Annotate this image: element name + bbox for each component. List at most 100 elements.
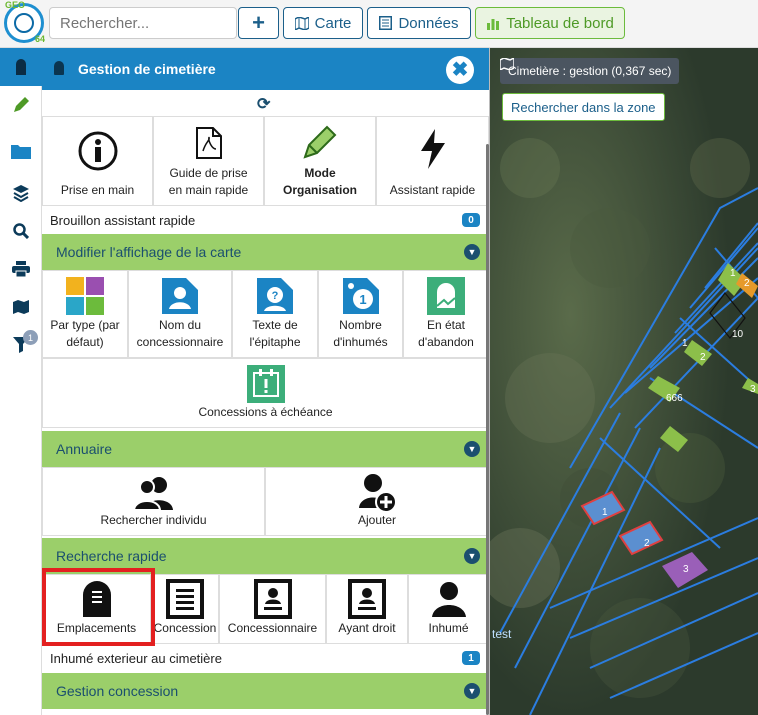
map-label: 10 (732, 329, 744, 340)
nom-concessionnaire-tile[interactable]: Nom du concessionnaire (128, 270, 232, 358)
rechercher-individu-tile[interactable]: Rechercher individu (42, 467, 265, 536)
tag-person-icon (162, 278, 198, 314)
rail-folder[interactable] (0, 132, 42, 170)
panel-title: Gestion de cimetière (78, 61, 216, 77)
carte-button[interactable]: Carte (283, 7, 363, 39)
chevron-down-icon: ▼ (464, 683, 480, 699)
abandoned-grave-icon (427, 277, 465, 315)
tombstone-icon (54, 61, 64, 75)
inhume-tile[interactable]: Inhumé (408, 574, 489, 644)
pdf-icon (195, 127, 222, 159)
section-annuaire[interactable]: Annuaire ▼ (42, 431, 489, 467)
logo-text-top: GEO (5, 0, 26, 10)
rail-edit[interactable] (0, 86, 42, 124)
map-label: 3 (683, 564, 689, 575)
map-label: 2 (700, 352, 706, 363)
table-icon (379, 16, 393, 30)
tile-label: Concession (153, 621, 217, 636)
tile-label: Nom du concessionnaire (136, 318, 224, 350)
chevron-down-icon: ▼ (464, 244, 480, 260)
ajouter-tile[interactable]: Ajouter (265, 467, 489, 536)
section-modifier-affichage[interactable]: Modifier l'affichage de la carte ▼ (42, 234, 489, 270)
bar-chart-icon (487, 18, 500, 30)
search-input[interactable] (49, 7, 237, 39)
search-zone-button[interactable]: Rechercher dans la zone (502, 93, 665, 121)
tile-label: Rechercher individu (100, 513, 207, 528)
map-icon (13, 300, 29, 314)
app-logo[interactable]: GEO 64 (4, 0, 45, 44)
texte-epitaphe-tile[interactable]: ? Texte de l'épitaphe (232, 270, 318, 358)
rail-map[interactable] (0, 288, 42, 326)
add-button[interactable]: + (238, 7, 279, 39)
add-user-icon (359, 474, 397, 513)
top-bar: GEO 64 + Carte Données Tableau de bord (0, 0, 758, 48)
tag-question-icon: ? (257, 278, 293, 314)
left-rail: 1 (0, 48, 42, 715)
layers-icon (13, 185, 29, 202)
brouillon-row[interactable]: Brouillon assistant rapide 0 (42, 209, 489, 231)
folder-icon (11, 145, 31, 159)
concessionnaire-tile[interactable]: Concessionnaire (219, 574, 326, 644)
panel-scrollbar[interactable] (486, 144, 489, 715)
tile-label: Texte de l'épitaphe (249, 318, 301, 350)
tile-label: Concessionnaire (227, 621, 318, 636)
guide-tile[interactable]: Guide de prise en main rapide (153, 116, 264, 206)
tile-label: Prise en main (60, 183, 135, 198)
inhume-exterieur-label: Inhumé exterieur au cimetière (50, 650, 222, 666)
tag-number-icon: 1 (342, 278, 379, 314)
map-icon (500, 58, 514, 70)
map-view[interactable]: 1 2 10 1 2 3 666 1 2 3 test Cimetière : … (490, 48, 758, 715)
filter-count-badge: 1 (23, 330, 38, 345)
par-type-tile[interactable]: Par type (par défaut) (42, 270, 128, 358)
calendar-alert-icon (246, 365, 285, 403)
mode-organisation-tile[interactable]: Mode Organisation (264, 116, 376, 206)
map-label: 3 (750, 384, 756, 395)
map-label: 1 (730, 268, 736, 279)
section-gestion-concession[interactable]: Gestion concession ▼ (42, 673, 489, 709)
rail-cemetery[interactable] (0, 48, 42, 86)
close-button[interactable]: ✖ (446, 56, 474, 84)
donnees-label: Données (398, 14, 459, 32)
inhume-exterieur-row[interactable]: Inhumé exterieur au cimetière 1 (42, 647, 489, 669)
tile-label: Par type (par défaut) (50, 318, 120, 350)
carte-label: Carte (314, 14, 352, 32)
map-canvas[interactable]: 1 2 10 1 2 3 666 1 2 3 test (490, 48, 758, 715)
pencil-icon (14, 97, 29, 112)
tile-label: Mode Organisation (282, 166, 357, 198)
contact-card-icon (253, 579, 292, 619)
compass-icon (14, 13, 34, 33)
map-label: 666 (666, 393, 683, 404)
color-squares-icon (66, 277, 104, 315)
tile-label: Ajouter (357, 513, 397, 528)
concession-tile[interactable]: Concession (151, 574, 219, 644)
contact-card-icon (348, 579, 386, 619)
chevron-down-icon: ▼ (464, 441, 480, 457)
assistant-rapide-tile[interactable]: Assistant rapide (376, 116, 489, 206)
pencil-icon (303, 125, 337, 159)
concessions-echeance-tile[interactable]: Concessions à échéance (42, 358, 489, 428)
rail-search[interactable] (0, 212, 42, 250)
tableau-de-bord-button[interactable]: Tableau de bord (475, 7, 625, 39)
rail-filter[interactable]: 1 (0, 326, 42, 364)
nombre-inhumes-tile[interactable]: 1 Nombre d'inhumés (318, 270, 403, 358)
map-label: 2 (744, 278, 750, 289)
search-zone-label: Rechercher dans la zone (511, 99, 656, 115)
layer-status-tag: Cimetière : gestion (0,367 sec) (500, 58, 680, 84)
prise-en-main-tile[interactable]: Prise en main (42, 116, 153, 206)
lightning-icon (420, 129, 445, 169)
tile-label: Inhumé (428, 621, 469, 636)
rail-layers[interactable] (0, 174, 42, 212)
refresh-icon[interactable]: ⟳ (257, 94, 270, 114)
ayant-droit-tile[interactable]: Ayant droit (326, 574, 408, 644)
tile-label: Nombre d'inhumés (333, 318, 388, 350)
section-title: Modifier l'affichage de la carte (56, 244, 242, 260)
info-icon (78, 131, 117, 171)
etat-abandon-tile[interactable]: En état d'abandon (403, 270, 489, 358)
donnees-button[interactable]: Données (367, 7, 471, 39)
tile-label: En état d'abandon (418, 318, 474, 350)
tile-label: Ayant droit (338, 621, 396, 636)
brouillon-label: Brouillon assistant rapide (50, 212, 196, 228)
chevron-down-icon: ▼ (464, 548, 480, 564)
tile-label: Assistant rapide (389, 183, 476, 198)
rail-print[interactable] (0, 250, 42, 288)
